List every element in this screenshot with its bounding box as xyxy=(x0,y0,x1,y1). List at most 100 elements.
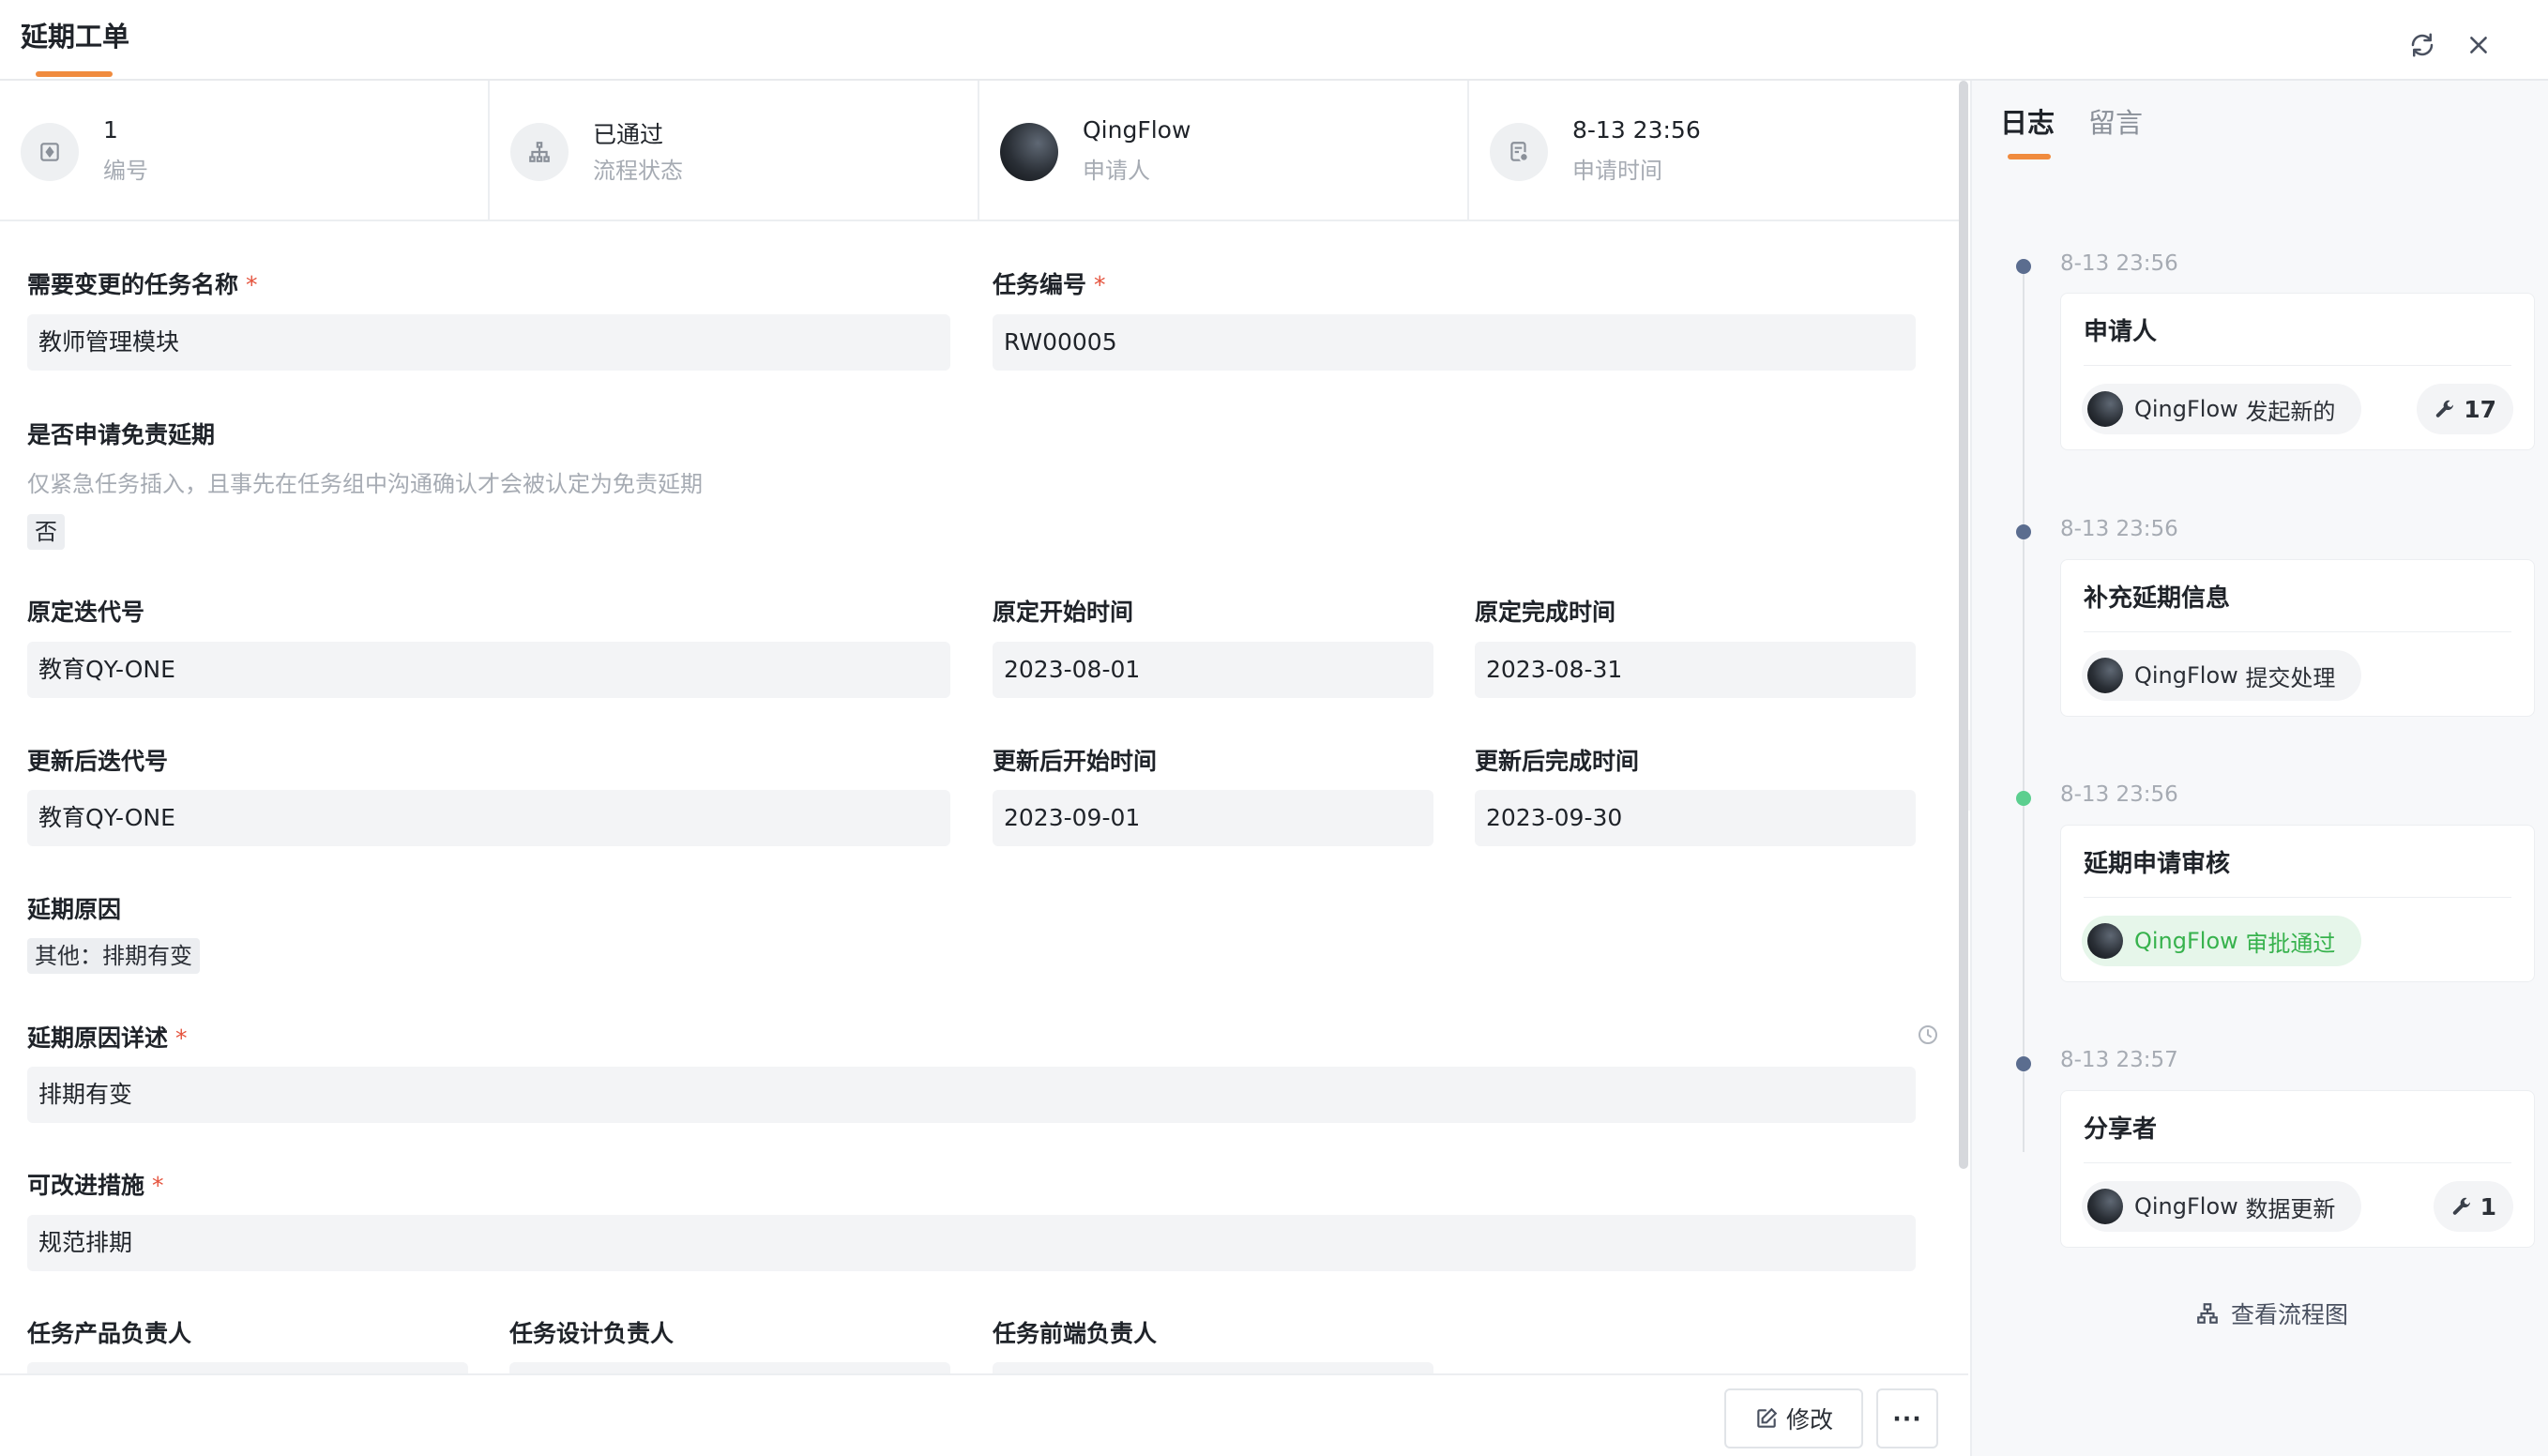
avatar xyxy=(2087,923,2123,959)
avatar xyxy=(2087,1189,2123,1224)
owner-product-field[interactable] xyxy=(27,1362,468,1373)
new-start-field[interactable]: 2023-09-01 xyxy=(993,790,1433,846)
avatar xyxy=(2087,391,2123,427)
timeline-card-title: 延期申请审核 xyxy=(2084,850,2231,878)
flow-status-value: 已通过 xyxy=(593,121,664,148)
actor-name: QingFlow xyxy=(2134,1193,2238,1220)
apply-time-label: 申请时间 xyxy=(1572,158,1662,184)
timeline-time: 8-13 23:56 xyxy=(2060,517,2178,541)
page-title: 延期工单 xyxy=(21,21,130,53)
reason-label: 延期原因 xyxy=(27,896,122,923)
exempt-label: 是否申请免责延期 xyxy=(27,421,216,448)
timeline-card: 延期申请审核 QingFlow 审批通过 xyxy=(2060,825,2535,982)
timeline-card-title: 分享者 xyxy=(2084,1115,2158,1144)
task-name-label: 需要变更的任务名称 * xyxy=(27,271,258,298)
orig-start-label: 原定开始时间 xyxy=(993,599,1134,626)
action-footer: 修改 ··· xyxy=(0,1373,1968,1456)
owner-design-label: 任务设计负责人 xyxy=(509,1320,675,1347)
view-flowchart-link[interactable]: 查看流程图 xyxy=(2195,1297,2348,1330)
timeline-dot xyxy=(2016,259,2031,274)
actor-pill: QingFlow 发起新的 xyxy=(2082,384,2362,434)
owner-design-field[interactable] xyxy=(509,1362,950,1373)
exempt-value: 否 xyxy=(27,514,65,550)
edit-icon xyxy=(1757,1407,1778,1428)
orig-end-field[interactable]: 2023-08-31 xyxy=(1475,642,1916,698)
more-button[interactable]: ··· xyxy=(1876,1388,1938,1448)
new-end-field[interactable]: 2023-09-30 xyxy=(1475,790,1916,846)
avatar xyxy=(1000,123,1058,181)
actor-pill-approved: QingFlow 审批通过 xyxy=(2082,916,2362,966)
info-flow-status: 已通过 流程状态 xyxy=(490,81,979,221)
applicant-label: 申请人 xyxy=(1083,158,1150,184)
orig-iter-label: 原定迭代号 xyxy=(27,599,145,626)
actor-action: 审批通过 xyxy=(2245,930,2336,957)
orig-iter-field[interactable]: 教育QY-ONE xyxy=(27,642,950,698)
card-divider xyxy=(2084,1162,2511,1163)
improve-label: 可改进措施 * xyxy=(27,1172,164,1199)
task-no-field[interactable]: RW00005 xyxy=(993,314,1916,371)
timeline-card: 申请人 QingFlow 发起新的 17 xyxy=(2060,293,2535,450)
timeline-time: 8-13 23:57 xyxy=(2060,1048,2178,1072)
timeline-line xyxy=(2023,265,2025,1152)
record-detail-pane: 1 编号 已通过 流程状态 QingFlow 申请人 8-13 23:56 申请… xyxy=(0,81,1959,1373)
orig-end-label: 原定完成时间 xyxy=(1475,599,1616,626)
tab-comments[interactable]: 留言 xyxy=(2088,101,2143,141)
reason-detail-field[interactable]: 排期有变 xyxy=(27,1067,1916,1123)
new-start-label: 更新后开始时间 xyxy=(993,748,1158,775)
reason-detail-label: 延期原因详述 * xyxy=(27,1024,188,1052)
card-divider xyxy=(2084,897,2511,898)
actor-pill: QingFlow 数据更新 xyxy=(2082,1181,2362,1232)
record-id-label: 编号 xyxy=(103,158,148,184)
title-tab-indicator xyxy=(36,71,113,77)
info-applicant: QingFlow 申请人 xyxy=(979,81,1469,221)
change-count: 17 xyxy=(2464,395,2496,423)
change-count-badge[interactable]: 17 xyxy=(2417,384,2513,434)
timeline-card-title: 补充延期信息 xyxy=(2084,584,2231,613)
detail-scrollbar[interactable] xyxy=(1959,81,1968,1169)
apply-time-value: 8-13 23:56 xyxy=(1572,116,1701,144)
info-record-id: 1 编号 xyxy=(0,81,490,221)
id-icon xyxy=(21,123,79,181)
activity-panel: 日志 留言 8-13 23:56 申请人 QingFlow 发起新的 17 8-… xyxy=(1970,81,2548,1456)
edit-button-label: 修改 xyxy=(1785,1406,1833,1433)
reason-value: 其他：排期有变 xyxy=(27,938,200,974)
wrench-icon xyxy=(2452,1197,2470,1215)
actor-name: QingFlow xyxy=(2134,396,2238,422)
orig-start-field[interactable]: 2023-08-01 xyxy=(993,642,1433,698)
timeline-time: 8-13 23:56 xyxy=(2060,251,2178,276)
close-icon[interactable] xyxy=(2460,26,2497,64)
change-count-badge[interactable]: 1 xyxy=(2433,1181,2513,1232)
wrench-icon xyxy=(2436,400,2454,417)
timeline-card: 分享者 QingFlow 数据更新 1 xyxy=(2060,1090,2535,1248)
history-icon[interactable] xyxy=(1914,1021,1942,1049)
more-icon: ··· xyxy=(1892,1404,1922,1433)
clock-doc-icon xyxy=(1490,123,1548,181)
change-count: 1 xyxy=(2480,1192,2496,1221)
actor-action: 数据更新 xyxy=(2245,1195,2336,1222)
exempt-hint: 仅紧急任务插入，且事先在任务组中沟通确认才会被认定为免责延期 xyxy=(27,471,703,497)
app-window: 延期工单 1 编号 已通过 流程状态 QingFlow 申请人 8-13 23:… xyxy=(0,0,2548,1456)
owner-product-label: 任务产品负责人 xyxy=(27,1320,192,1347)
applicant-value: QingFlow xyxy=(1083,116,1191,144)
refresh-icon[interactable] xyxy=(2404,26,2441,64)
record-info-bar: 1 编号 已通过 流程状态 QingFlow 申请人 8-13 23:56 申请… xyxy=(0,81,1959,221)
actor-pill: QingFlow 提交处理 xyxy=(2082,650,2362,701)
new-iter-label: 更新后迭代号 xyxy=(27,748,169,775)
new-iter-field[interactable]: 教育QY-ONE xyxy=(27,790,950,846)
tab-indicator xyxy=(2008,154,2051,159)
edit-button[interactable]: 修改 xyxy=(1724,1388,1863,1448)
task-name-field[interactable]: 教师管理模块 xyxy=(27,314,950,371)
actor-name: QingFlow xyxy=(2134,928,2238,954)
modal-header: 延期工单 xyxy=(0,0,2548,81)
timeline-card-title: 申请人 xyxy=(2084,318,2158,346)
tab-log[interactable]: 日志 xyxy=(2000,101,2055,141)
timeline-dot-approved xyxy=(2016,791,2031,806)
flowchart-icon xyxy=(2197,1303,2218,1324)
improve-field[interactable]: 规范排期 xyxy=(27,1215,1916,1271)
card-divider xyxy=(2084,365,2511,366)
card-divider xyxy=(2084,631,2511,632)
owner-frontend-field[interactable] xyxy=(993,1362,1433,1373)
timeline-dot xyxy=(2016,1056,2031,1071)
actor-name: QingFlow xyxy=(2134,662,2238,689)
timeline-dot xyxy=(2016,524,2031,539)
